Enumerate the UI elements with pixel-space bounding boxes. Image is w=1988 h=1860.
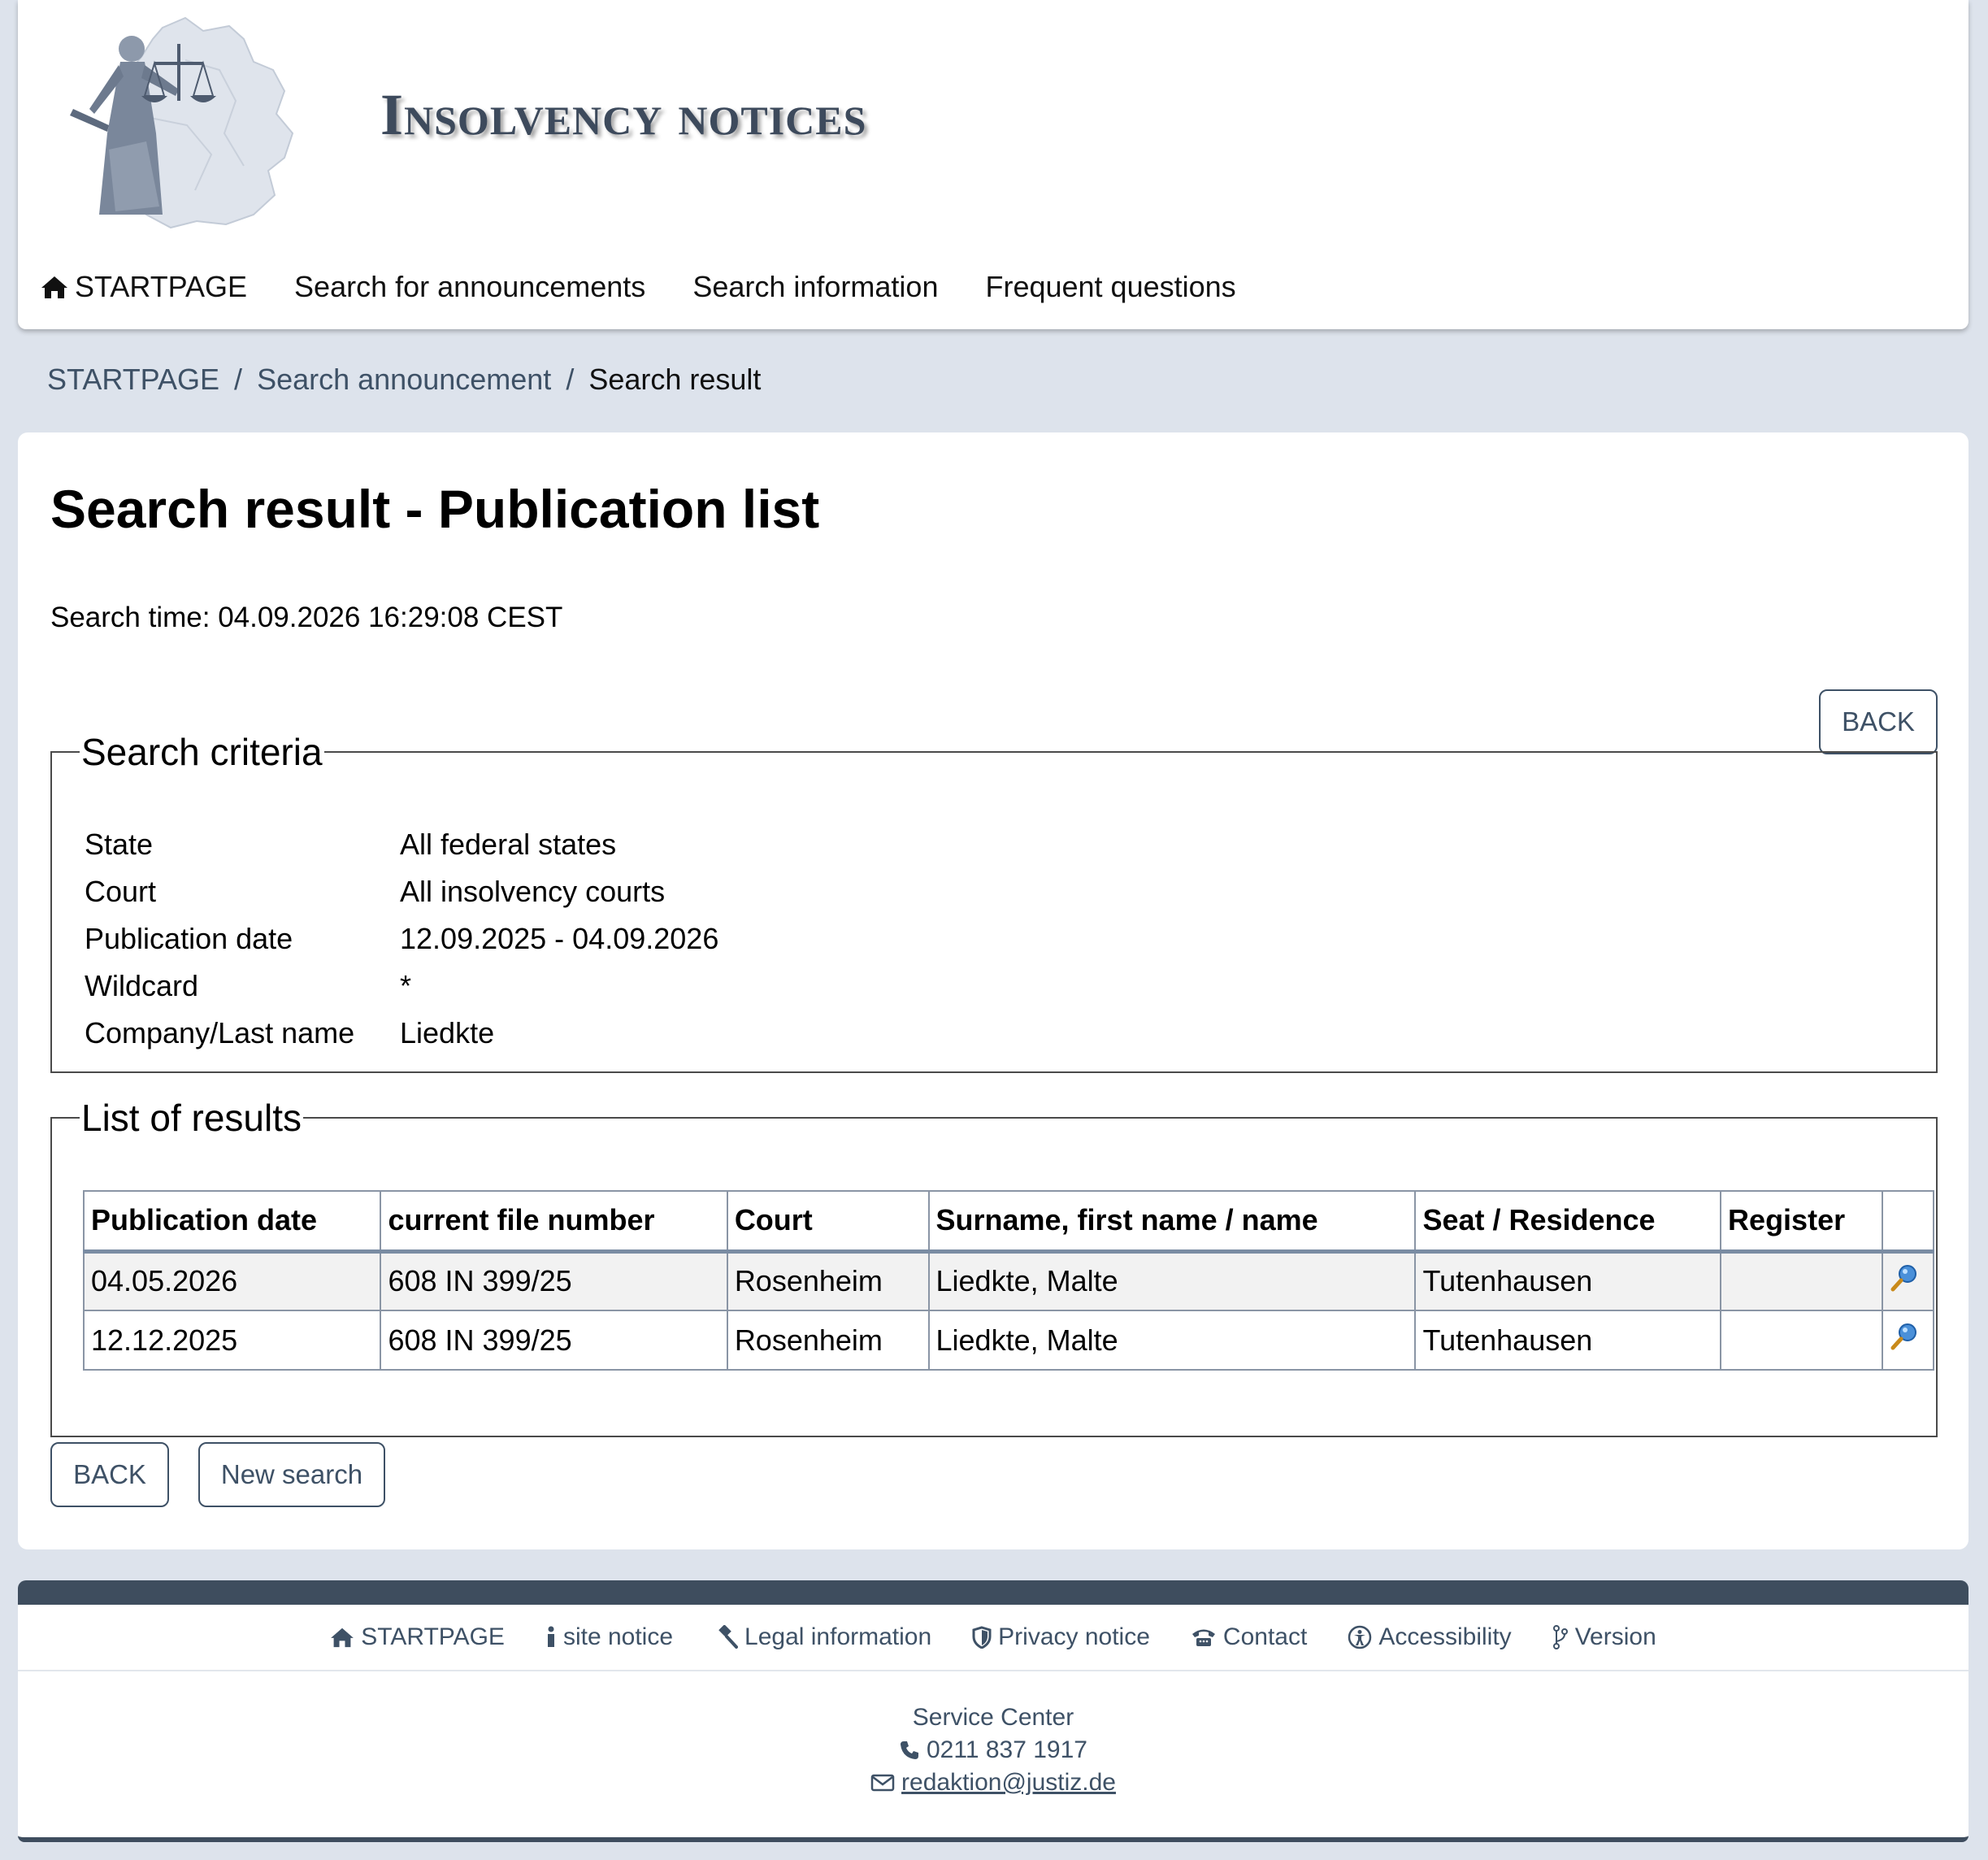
- gavel-icon: [718, 1625, 739, 1649]
- criteria-label: Wildcard: [85, 969, 199, 1002]
- cell-publication-date: 12.12.2025: [82, 1310, 382, 1371]
- footer-link-label: Legal information: [744, 1623, 932, 1650]
- breadcrumb-current: Search result: [588, 363, 762, 396]
- home-icon: [331, 1628, 354, 1648]
- search-time: Search time: 04.09.2026 16:29:08 CEST: [50, 602, 563, 633]
- cell-name: Liedkte, Malte: [927, 1310, 1417, 1371]
- criteria-value: *: [400, 969, 412, 1002]
- column-header[interactable]: Register: [1720, 1190, 1884, 1254]
- footer-link-contact[interactable]: Contact: [1191, 1623, 1307, 1651]
- phone-icon: [901, 1741, 918, 1759]
- footer-links: STARTPAGE site notice Legal information …: [18, 1605, 1968, 1671]
- results-table: Publication date current file number Cou…: [82, 1190, 1934, 1371]
- footer-link-label: Privacy notice: [998, 1623, 1150, 1650]
- criteria-label: State: [85, 828, 154, 861]
- breadcrumb-startpage[interactable]: STARTPAGE: [47, 363, 219, 397]
- search-criteria-box: Search criteria State All federal states…: [50, 733, 1938, 1073]
- service-phone-number[interactable]: 0211 837 1917: [927, 1736, 1087, 1764]
- table-row[interactable]: 04.05.2026 608 IN 399/25 Rosenheim Liedk…: [82, 1250, 1934, 1311]
- footer-link-startpage[interactable]: STARTPAGE: [330, 1623, 505, 1651]
- nav-startpage-label: STARTPAGE: [75, 270, 248, 303]
- main-content: Search result - Publication list Search …: [18, 432, 1968, 1549]
- home-icon: [41, 276, 67, 298]
- breadcrumb-search-announcement[interactable]: Search announcement: [257, 363, 551, 397]
- cell-register: [1720, 1250, 1884, 1311]
- main-navigation: STARTPAGE Search for announcements Searc…: [41, 270, 1283, 304]
- cell-seat: Tutenhausen: [1414, 1310, 1722, 1371]
- footer-link-legal-information[interactable]: Legal information: [714, 1623, 931, 1651]
- footer-link-label: site notice: [562, 1623, 674, 1650]
- table-row[interactable]: 12.12.2025 608 IN 399/25 Rosenheim Liedk…: [82, 1310, 1934, 1371]
- criteria-value: All federal states: [400, 828, 617, 861]
- cell-court: Rosenheim: [726, 1310, 930, 1371]
- site-footer: STARTPAGE site notice Legal information …: [18, 1605, 1968, 1842]
- search-criteria-legend: Search criteria: [81, 731, 323, 773]
- cell-publication-date: 04.05.2026: [82, 1250, 382, 1311]
- footer-link-privacy-notice[interactable]: Privacy notice: [972, 1623, 1150, 1651]
- site-header: Insolvency notices STARTPAGE Search for …: [18, 0, 1968, 329]
- criteria-value: Liedkte: [400, 1016, 495, 1050]
- service-phone: 0211 837 1917: [18, 1736, 1968, 1764]
- column-header[interactable]: Seat / Residence: [1414, 1190, 1722, 1254]
- breadcrumb: STARTPAGE / Search announcement / Search…: [47, 363, 761, 397]
- results-legend: List of results: [81, 1097, 302, 1139]
- column-header[interactable]: Court: [726, 1190, 930, 1254]
- footer-link-version[interactable]: Version: [1552, 1623, 1656, 1651]
- results-box: List of results Publication date current…: [50, 1099, 1938, 1437]
- column-header[interactable]: current file number: [380, 1190, 728, 1254]
- service-center-label: Service Center: [912, 1704, 1074, 1731]
- shield-icon: [972, 1626, 992, 1649]
- back-button-bottom[interactable]: BACK: [50, 1442, 169, 1507]
- envelope-icon: [870, 1774, 895, 1792]
- footer-link-label: Contact: [1222, 1623, 1308, 1650]
- footer-link-label: STARTPAGE: [361, 1623, 505, 1650]
- cell-court: Rosenheim: [726, 1250, 930, 1311]
- telephone-icon: [1191, 1629, 1215, 1646]
- footer-bar: [18, 1580, 1968, 1605]
- column-header[interactable]: Publication date: [82, 1190, 382, 1254]
- column-header: [1882, 1190, 1934, 1254]
- cell-file-number: 608 IN 399/25: [380, 1310, 728, 1371]
- footer-link-label: Version: [1574, 1623, 1656, 1650]
- cell-name: Liedkte, Malte: [927, 1250, 1417, 1311]
- criteria-value: 12.09.2025 - 04.09.2026: [400, 922, 719, 955]
- code-branch-icon: [1552, 1625, 1568, 1649]
- footer-link-label: Accessibility: [1378, 1623, 1512, 1650]
- new-search-button[interactable]: New search: [198, 1442, 385, 1507]
- cell-seat: Tutenhausen: [1414, 1250, 1722, 1311]
- criteria-label: Publication date: [85, 922, 293, 955]
- service-email: redaktion@justiz.de: [18, 1769, 1968, 1797]
- magnifier-icon[interactable]: [1890, 1263, 1919, 1293]
- info-icon: [547, 1626, 554, 1647]
- accessibility-icon: [1348, 1625, 1372, 1649]
- site-title: Insolvency notices: [380, 82, 867, 147]
- cell-action: [1882, 1310, 1934, 1371]
- nav-search-information[interactable]: Search information: [692, 270, 938, 304]
- magnifier-icon[interactable]: [1890, 1322, 1919, 1351]
- breadcrumb-separator: /: [566, 363, 575, 396]
- justitia-map-logo[interactable]: [41, 11, 317, 231]
- footer-link-site-notice[interactable]: site notice: [545, 1623, 673, 1651]
- nav-search-announcements[interactable]: Search for announcements: [294, 270, 645, 304]
- cell-register: [1720, 1310, 1884, 1371]
- footer-link-accessibility[interactable]: Accessibility: [1348, 1623, 1512, 1651]
- criteria-label: Court: [85, 875, 157, 908]
- nav-frequent-questions[interactable]: Frequent questions: [985, 270, 1235, 304]
- table-header-row: Publication date current file number Cou…: [82, 1190, 1934, 1254]
- breadcrumb-separator: /: [234, 363, 243, 396]
- service-center-title: Service Center: [18, 1704, 1968, 1732]
- criteria-label: Company/Last name: [85, 1016, 355, 1050]
- nav-frequent-questions-label: Frequent questions: [985, 270, 1236, 303]
- nav-startpage[interactable]: STARTPAGE: [41, 270, 247, 304]
- column-header[interactable]: Surname, first name / name: [927, 1190, 1417, 1254]
- criteria-value: All insolvency courts: [400, 875, 666, 908]
- page-title: Search result - Publication list: [50, 479, 820, 539]
- nav-search-information-label: Search information: [692, 270, 939, 303]
- nav-search-announcements-label: Search for announcements: [294, 270, 646, 303]
- service-email-link[interactable]: redaktion@justiz.de: [901, 1769, 1116, 1797]
- cell-file-number: 608 IN 399/25: [380, 1250, 728, 1311]
- cell-action: [1882, 1250, 1934, 1311]
